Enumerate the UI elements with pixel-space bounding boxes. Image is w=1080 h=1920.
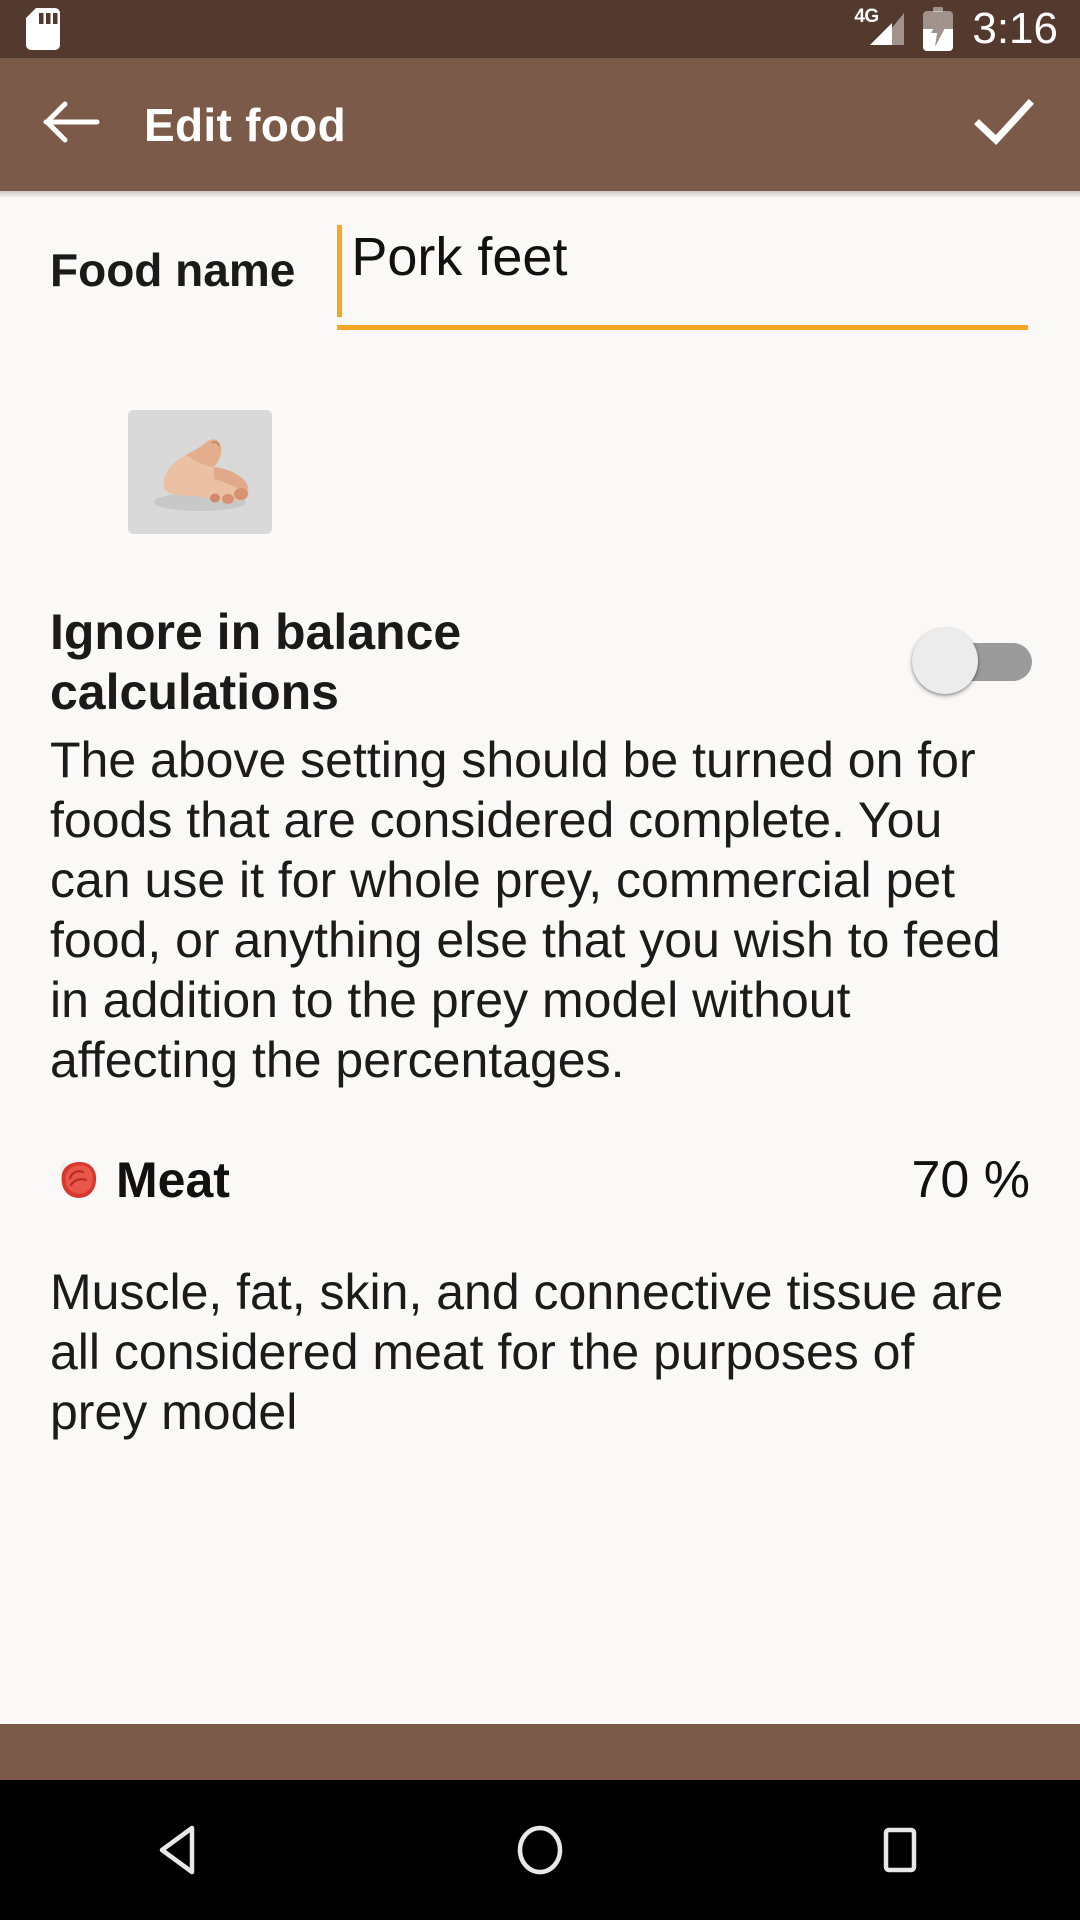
- page-title: Edit food: [144, 98, 346, 151]
- nav-recents-button[interactable]: [825, 1780, 975, 1920]
- status-bar-right: 4G 3:16: [854, 4, 1058, 53]
- ignore-setting-title: Ignore in balance calculations: [50, 604, 462, 720]
- food-name-input[interactable]: Pork feet: [337, 225, 1028, 330]
- ignore-setting-toggle[interactable]: [908, 624, 1038, 698]
- meat-header-row[interactable]: Meat 70 %: [0, 1154, 1080, 1206]
- food-name-label: Food name: [50, 244, 296, 296]
- nav-back-triangle-icon: [154, 1823, 206, 1877]
- appbar-shadow: [0, 191, 1080, 198]
- meat-cut-icon: [50, 1154, 102, 1206]
- nav-home-circle-icon: [513, 1823, 567, 1877]
- signal-bars-icon: 4G: [854, 6, 908, 49]
- ignore-setting-description: The above setting should be turned on fo…: [50, 732, 1001, 1088]
- meat-percent-value: 70 %: [911, 1151, 1030, 1209]
- food-photo-wrap: [0, 330, 1080, 534]
- meat-description: Muscle, fat, skin, and connective tissue…: [50, 1264, 1004, 1440]
- text-caret: [337, 225, 343, 317]
- network-type-label: 4G: [854, 6, 879, 27]
- food-photo-thumbnail[interactable]: [128, 410, 272, 534]
- toggle-thumb: [912, 628, 978, 694]
- sd-card-icon: [26, 8, 60, 50]
- nutrient-section-meat: Meat 70 % Muscle, fat, skin, and connect…: [0, 1090, 1080, 1442]
- ignore-setting-row: Ignore in balance calculations: [0, 534, 1080, 722]
- system-nav-bar: [0, 1780, 1080, 1920]
- food-name-value: Pork feet: [351, 227, 568, 287]
- battery-charging-icon: [922, 7, 954, 51]
- nav-back-button[interactable]: [105, 1780, 255, 1920]
- back-arrow-icon: [43, 99, 101, 150]
- nav-recents-square-icon: [875, 1824, 925, 1876]
- app-bar: Edit food: [0, 58, 1080, 191]
- phone-screen: 4G 3:16 Edit food Food name Pork feet Ig…: [0, 0, 1080, 1920]
- food-name-row: Food name Pork feet: [0, 191, 1080, 330]
- confirm-save-button[interactable]: [956, 81, 1052, 169]
- back-button[interactable]: [28, 81, 116, 169]
- status-bar: 4G 3:16: [0, 0, 1080, 58]
- status-bar-clock: 3:16: [972, 4, 1058, 53]
- bottom-accent-strip: [0, 1724, 1080, 1780]
- meat-label: Meat: [116, 1152, 230, 1208]
- status-bar-left: [26, 8, 60, 50]
- nav-home-button[interactable]: [465, 1780, 615, 1920]
- check-icon: [973, 97, 1035, 152]
- content-scroll-area[interactable]: Food name Pork feet Ignore in balance ca…: [0, 191, 1080, 1724]
